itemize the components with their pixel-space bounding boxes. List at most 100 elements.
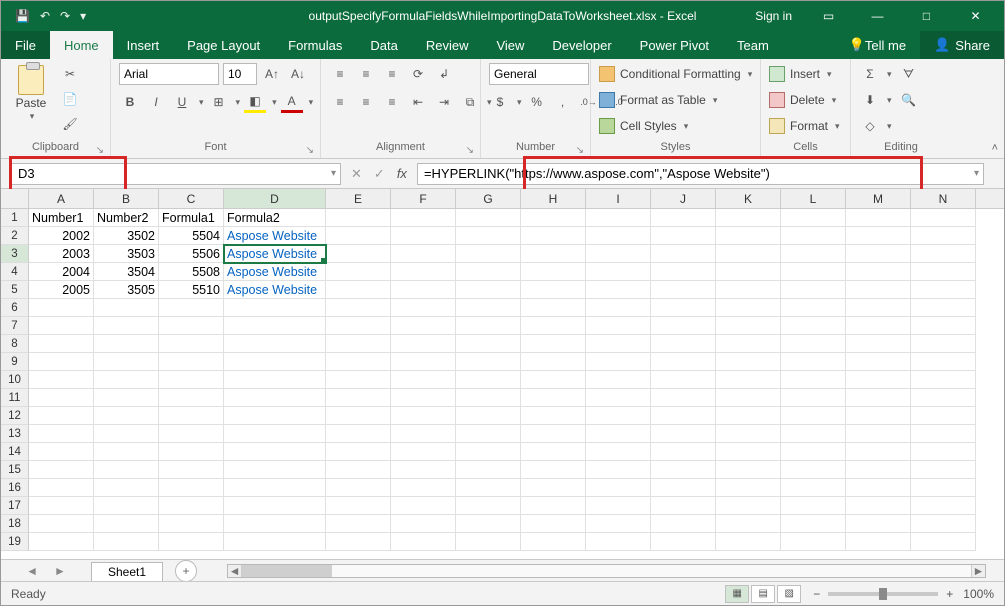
qat-more-icon[interactable]: ▾: [80, 9, 86, 23]
cell[interactable]: [781, 533, 846, 551]
cell[interactable]: [391, 335, 456, 353]
align-top-icon[interactable]: ≡: [329, 63, 351, 85]
cell[interactable]: [94, 479, 159, 497]
cell[interactable]: [391, 515, 456, 533]
tab-power-pivot[interactable]: Power Pivot: [626, 31, 723, 59]
column-header[interactable]: K: [716, 189, 781, 208]
cell[interactable]: [29, 389, 94, 407]
paste-button[interactable]: Paste ▾: [9, 63, 53, 122]
row-header[interactable]: 12: [1, 407, 29, 425]
cell[interactable]: [651, 317, 716, 335]
cell[interactable]: Number1: [29, 209, 94, 227]
cell[interactable]: [716, 443, 781, 461]
column-header[interactable]: I: [586, 189, 651, 208]
cell[interactable]: [326, 353, 391, 371]
cell[interactable]: [846, 299, 911, 317]
tab-home[interactable]: Home: [50, 31, 113, 59]
align-middle-icon[interactable]: ≡: [355, 63, 377, 85]
wrap-text-icon[interactable]: ↲: [433, 63, 455, 85]
cell[interactable]: [911, 533, 976, 551]
cell[interactable]: [391, 497, 456, 515]
cell[interactable]: [29, 353, 94, 371]
cell[interactable]: [846, 335, 911, 353]
cell[interactable]: [456, 533, 521, 551]
cell[interactable]: [781, 407, 846, 425]
cell[interactable]: [159, 299, 224, 317]
tab-file[interactable]: File: [1, 31, 50, 59]
currency-icon[interactable]: $: [489, 91, 511, 113]
cell[interactable]: [521, 497, 586, 515]
cell[interactable]: [586, 299, 651, 317]
cell[interactable]: [846, 371, 911, 389]
tab-review[interactable]: Review: [412, 31, 483, 59]
minimize-icon[interactable]: —: [855, 1, 900, 31]
format-cells-button[interactable]: Format▾: [769, 115, 840, 137]
cell[interactable]: 5506: [159, 245, 224, 263]
cell[interactable]: 3505: [94, 281, 159, 299]
cell[interactable]: [586, 371, 651, 389]
cell[interactable]: [224, 425, 326, 443]
cell[interactable]: [846, 263, 911, 281]
column-header[interactable]: F: [391, 189, 456, 208]
cell[interactable]: [781, 335, 846, 353]
cell[interactable]: [716, 461, 781, 479]
fill-color-icon[interactable]: ◧: [244, 91, 266, 113]
cell[interactable]: [224, 479, 326, 497]
cell[interactable]: [94, 335, 159, 353]
cell[interactable]: [29, 461, 94, 479]
cell[interactable]: [391, 281, 456, 299]
cell[interactable]: [326, 389, 391, 407]
cell[interactable]: [29, 317, 94, 335]
row-header[interactable]: 7: [1, 317, 29, 335]
cell[interactable]: [159, 443, 224, 461]
insert-cells-button[interactable]: Insert▾: [769, 63, 840, 85]
cell[interactable]: [781, 299, 846, 317]
cell[interactable]: [29, 335, 94, 353]
clipboard-launcher-icon[interactable]: ↘: [96, 145, 104, 156]
increase-indent-icon[interactable]: ⇥: [433, 91, 455, 113]
cell[interactable]: [521, 245, 586, 263]
cell[interactable]: Number2: [94, 209, 159, 227]
column-header[interactable]: N: [911, 189, 976, 208]
cell[interactable]: [781, 479, 846, 497]
cell[interactable]: [651, 263, 716, 281]
ribbon-display-options-icon[interactable]: ▭: [806, 1, 851, 31]
cell[interactable]: [29, 407, 94, 425]
name-box[interactable]: D3 ▾: [11, 163, 341, 185]
cell[interactable]: [716, 335, 781, 353]
cell[interactable]: [586, 245, 651, 263]
cell-styles-button[interactable]: Cell Styles▾: [599, 115, 752, 137]
cell[interactable]: [326, 263, 391, 281]
cell[interactable]: [586, 515, 651, 533]
decrease-indent-icon[interactable]: ⇤: [407, 91, 429, 113]
align-center-icon[interactable]: ≡: [355, 91, 377, 113]
cell[interactable]: [94, 317, 159, 335]
cell[interactable]: [326, 245, 391, 263]
cell[interactable]: [846, 317, 911, 335]
cell[interactable]: [326, 461, 391, 479]
cell[interactable]: [224, 335, 326, 353]
cell[interactable]: [781, 389, 846, 407]
cell[interactable]: [224, 407, 326, 425]
maximize-icon[interactable]: □: [904, 1, 949, 31]
alignment-launcher-icon[interactable]: ↘: [466, 145, 474, 156]
cell[interactable]: [521, 227, 586, 245]
cell[interactable]: [29, 497, 94, 515]
cell[interactable]: [716, 497, 781, 515]
cell[interactable]: [911, 299, 976, 317]
cell[interactable]: [846, 497, 911, 515]
cell[interactable]: [391, 227, 456, 245]
format-painter-icon[interactable]: 🖌: [59, 113, 81, 135]
cell[interactable]: [911, 371, 976, 389]
tab-data[interactable]: Data: [356, 31, 411, 59]
cell[interactable]: [846, 461, 911, 479]
cell[interactable]: [456, 461, 521, 479]
cell[interactable]: [846, 407, 911, 425]
cell[interactable]: [651, 371, 716, 389]
cell[interactable]: [159, 317, 224, 335]
cell[interactable]: [456, 281, 521, 299]
cell[interactable]: [521, 515, 586, 533]
format-as-table-button[interactable]: Format as Table▾: [599, 89, 752, 111]
clear-icon[interactable]: ◇: [859, 115, 881, 137]
column-header[interactable]: D: [224, 189, 326, 208]
